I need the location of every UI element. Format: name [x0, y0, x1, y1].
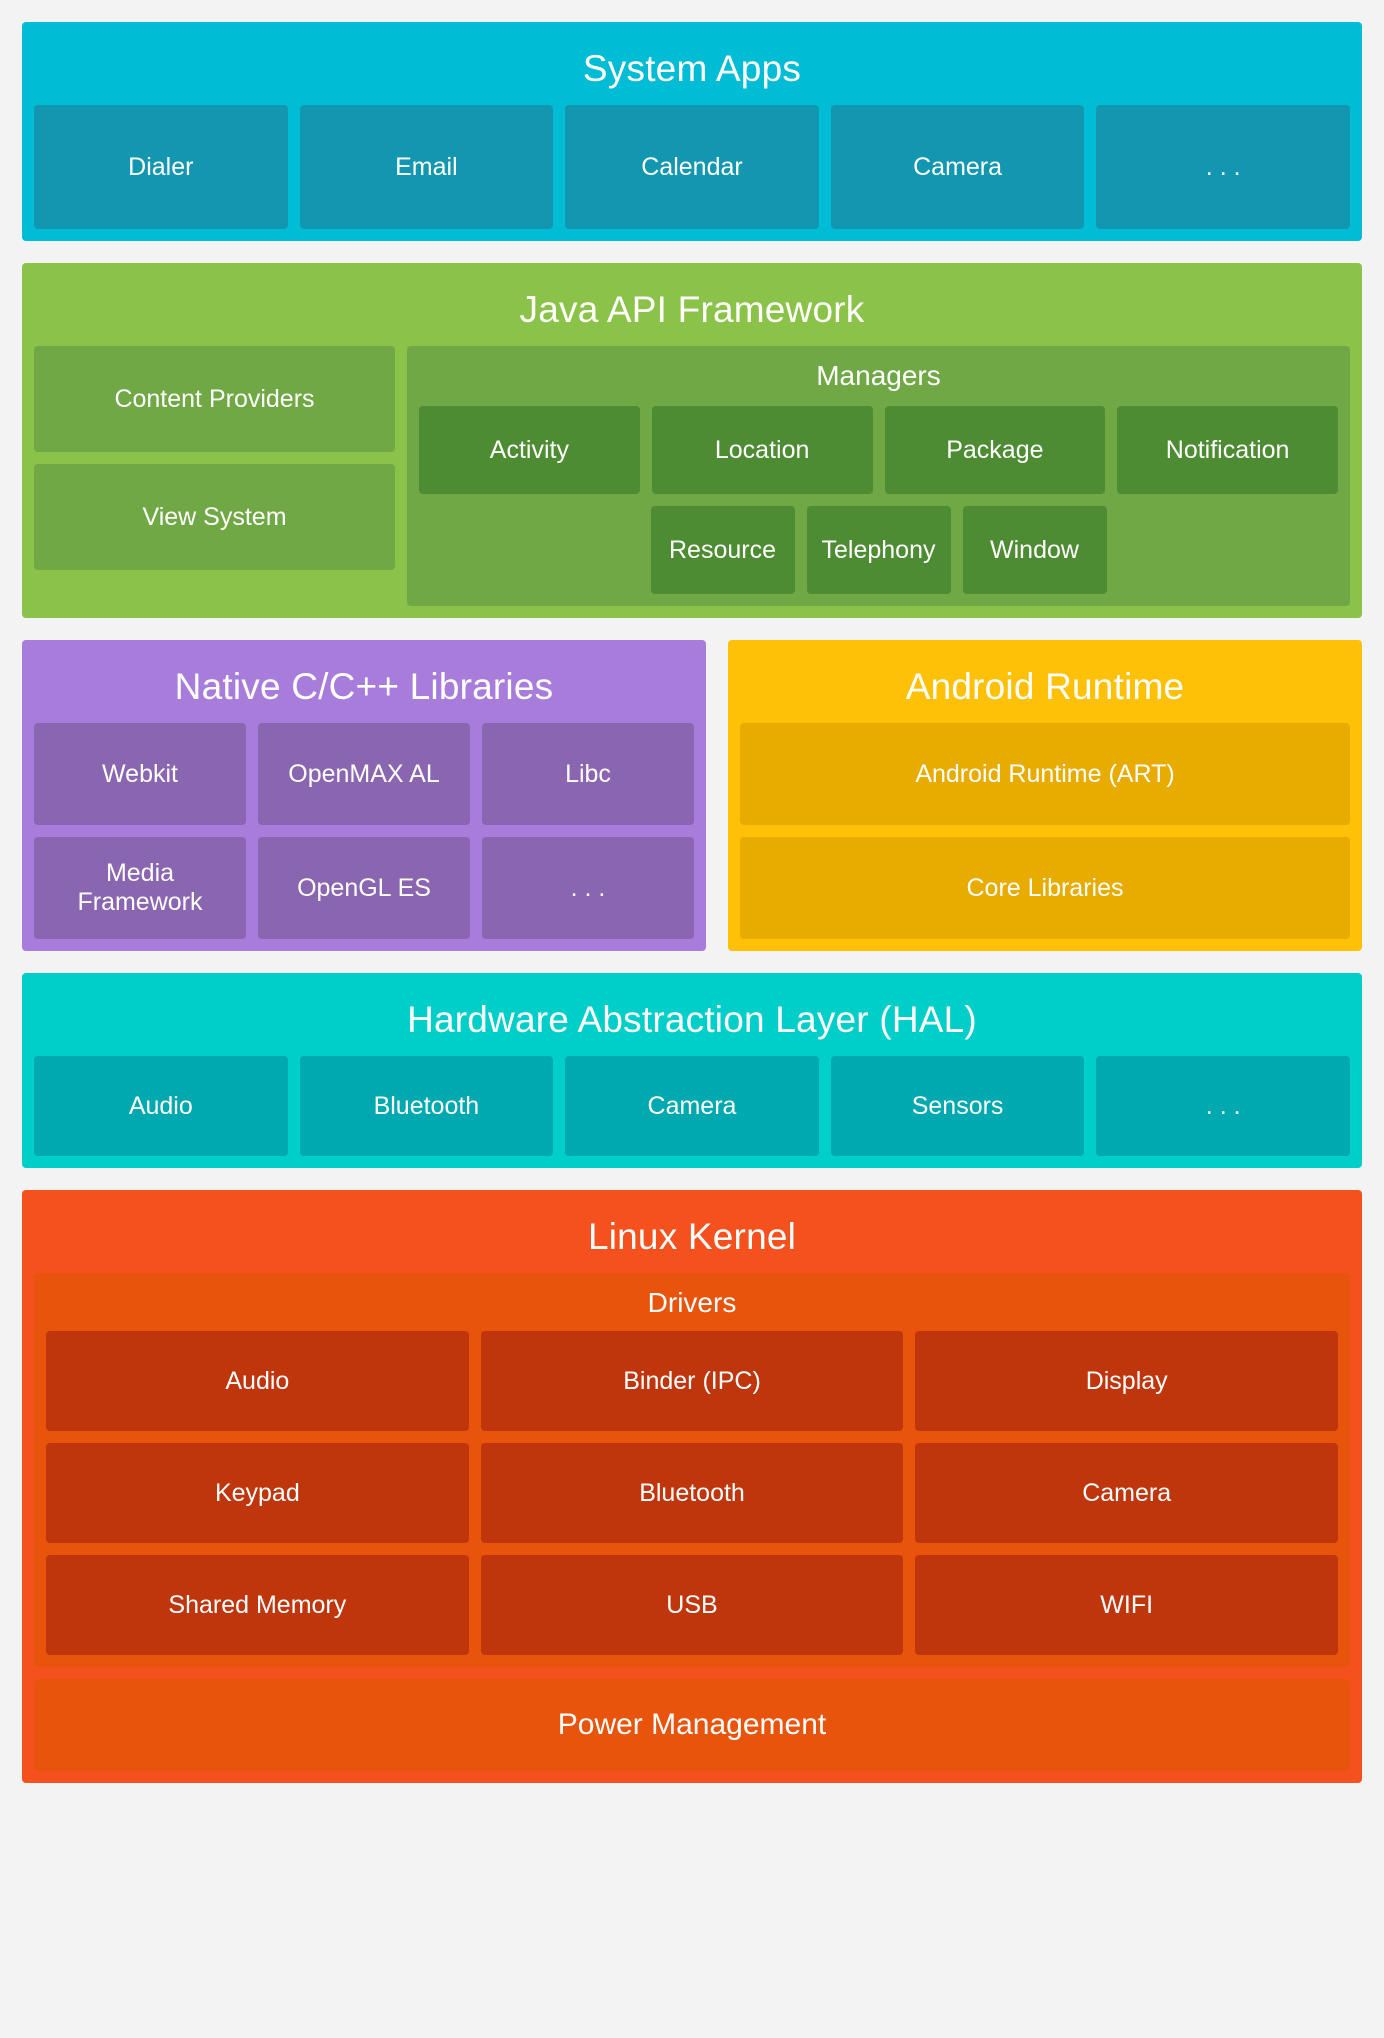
native-libraries-row-1: Webkit OpenMAX AL Libc [34, 723, 694, 825]
tile-driver-display[interactable]: Display [915, 1331, 1339, 1431]
app-tile-more[interactable]: . . . [1096, 105, 1350, 229]
app-tile-calendar[interactable]: Calendar [565, 105, 819, 229]
drivers-title: Drivers [647, 1287, 737, 1318]
managers-panel: Managers Activity Location Package Notif… [407, 346, 1350, 606]
tile-telephony-manager[interactable]: Telephony [806, 506, 951, 594]
tile-media-framework[interactable]: Media Framework [34, 837, 246, 939]
tile-location-manager[interactable]: Location [651, 406, 873, 494]
tile-android-runtime-art[interactable]: Android Runtime (ART) [740, 723, 1350, 825]
tile-hal-more[interactable]: . . . [1096, 1056, 1350, 1156]
managers-title: Managers [816, 360, 941, 391]
tile-core-libraries[interactable]: Core Libraries [740, 837, 1350, 939]
tile-hal-sensors[interactable]: Sensors [830, 1056, 1085, 1156]
tile-activity-manager[interactable]: Activity [419, 406, 640, 494]
layer-android-runtime: Android Runtime Android Runtime (ART) Co… [728, 640, 1362, 951]
managers-row-2: Resource Telephony Window [419, 506, 1338, 594]
hal-title: Hardware Abstraction Layer (HAL) [407, 999, 977, 1040]
layer-linux-kernel: Linux Kernel Drivers Audio Binder (IPC) … [22, 1190, 1362, 1783]
app-tile-camera[interactable]: Camera [830, 105, 1085, 229]
drivers-row-1: Audio Binder (IPC) Display [46, 1331, 1339, 1431]
layer-hardware-abstraction: Hardware Abstraction Layer (HAL) Audio B… [22, 973, 1362, 1168]
native-libraries-row-2: Media Framework OpenGL ES . . . [34, 837, 694, 939]
tile-driver-camera[interactable]: Camera [915, 1443, 1339, 1543]
native-libraries-title: Native C/C++ Libraries [174, 666, 554, 707]
tile-driver-shared-memory[interactable]: Shared Memory [46, 1555, 469, 1655]
tile-driver-keypad[interactable]: Keypad [46, 1443, 469, 1543]
system-apps-title: System Apps [582, 48, 802, 89]
layer-java-api-framework: Java API Framework Content Providers Vie… [22, 263, 1362, 618]
java-api-left-column: Content Providers View System [34, 346, 395, 606]
layer-native-libraries: Native C/C++ Libraries Webkit OpenMAX AL… [22, 640, 706, 951]
tile-hal-camera[interactable]: Camera [565, 1056, 819, 1156]
java-api-framework-columns: Content Providers View System Managers A… [34, 346, 1350, 606]
tile-webkit[interactable]: Webkit [34, 723, 246, 825]
app-tile-dialer[interactable]: Dialer [34, 105, 288, 229]
drivers-panel: Drivers Audio Binder (IPC) Display Keypa… [34, 1273, 1350, 1667]
managers-row-1: Activity Location Package Notification [419, 406, 1338, 494]
tile-driver-binder-ipc[interactable]: Binder (IPC) [480, 1331, 904, 1431]
tile-openmax-al[interactable]: OpenMAX AL [258, 723, 470, 825]
tile-driver-usb[interactable]: USB [480, 1555, 904, 1655]
system-apps-tiles: Dialer Email Calendar Camera . . . [34, 105, 1350, 229]
tile-view-system[interactable]: View System [34, 464, 395, 570]
drivers-row-3: Shared Memory USB WIFI [46, 1555, 1339, 1655]
tile-driver-audio[interactable]: Audio [46, 1331, 469, 1431]
architecture-diagram: System Apps Dialer Email Calendar Camera… [0, 0, 1384, 1805]
tile-hal-audio[interactable]: Audio [34, 1056, 288, 1156]
native-and-runtime-row: Native C/C++ Libraries Webkit OpenMAX AL… [22, 640, 1362, 951]
tile-window-manager[interactable]: Window [962, 506, 1107, 594]
drivers-row-2: Keypad Bluetooth Camera [46, 1443, 1339, 1543]
tile-native-more[interactable]: . . . [482, 837, 694, 939]
tile-driver-bluetooth[interactable]: Bluetooth [480, 1443, 904, 1543]
tile-resource-manager[interactable]: Resource [650, 506, 795, 594]
tile-content-providers[interactable]: Content Providers [34, 346, 395, 452]
tile-driver-wifi[interactable]: WIFI [915, 1555, 1339, 1655]
tile-hal-bluetooth[interactable]: Bluetooth [299, 1056, 554, 1156]
android-runtime-title: Android Runtime [905, 666, 1185, 707]
linux-kernel-title: Linux Kernel [587, 1216, 797, 1257]
layer-system-apps: System Apps Dialer Email Calendar Camera… [22, 22, 1362, 241]
tile-power-management[interactable]: Power Management [34, 1679, 1350, 1771]
tile-notification-manager[interactable]: Notification [1117, 406, 1338, 494]
java-api-framework-title: Java API Framework [519, 289, 865, 330]
tile-libc[interactable]: Libc [482, 723, 694, 825]
app-tile-email[interactable]: Email [299, 105, 554, 229]
tile-opengl-es[interactable]: OpenGL ES [258, 837, 470, 939]
tile-package-manager[interactable]: Package [884, 406, 1106, 494]
hal-tiles: Audio Bluetooth Camera Sensors . . . [34, 1056, 1350, 1156]
